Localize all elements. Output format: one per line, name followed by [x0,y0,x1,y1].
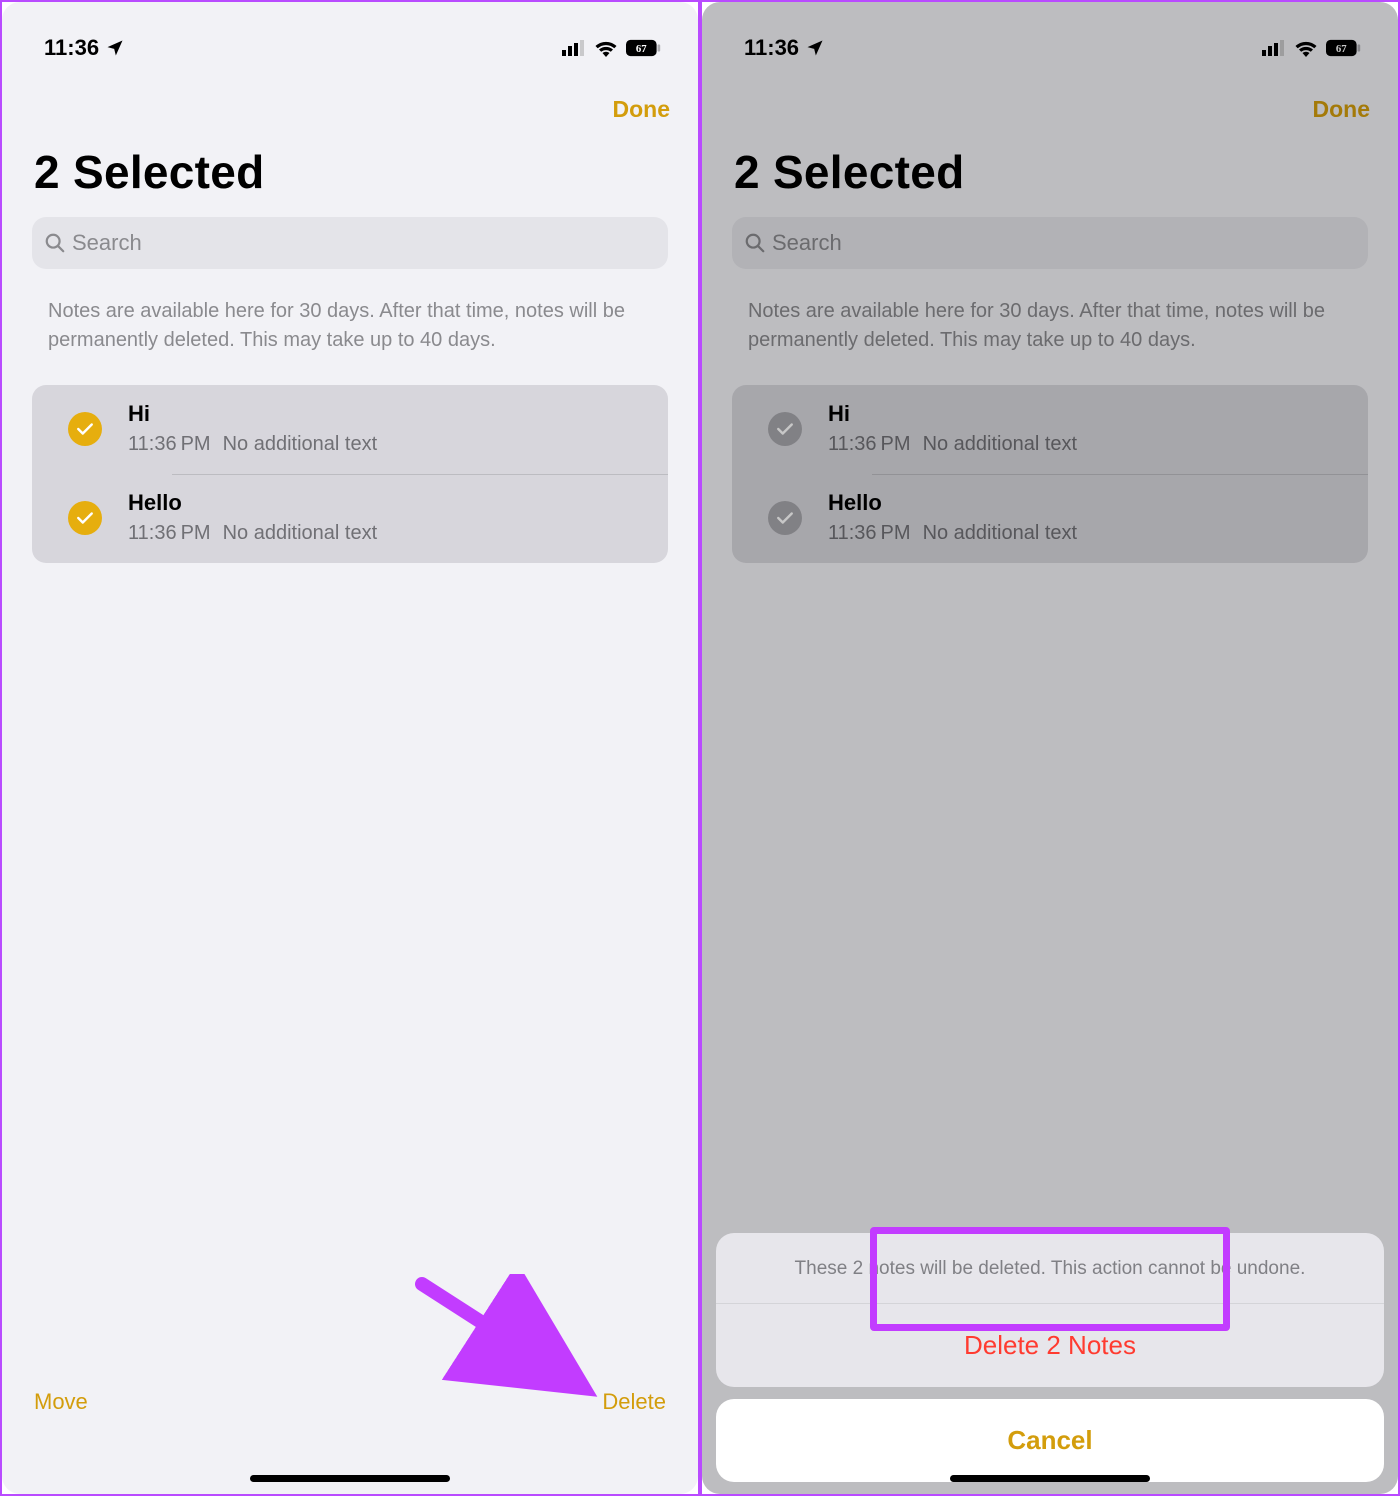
screenshot-left: 11:36 67 Done 2 Selected Notes are avail… [2,2,698,1494]
done-button[interactable]: Done [613,96,671,123]
status-bar: 11:36 67 [2,2,698,72]
screenshot-right: 11:36 67 Done 2 Selected Notes are avail… [702,2,1398,1494]
note-subtitle: No additional text [223,522,378,545]
note-list: Hi 11:36 PM No additional text Hello 11:… [32,385,668,563]
home-indicator[interactable] [950,1475,1150,1482]
note-subtitle: No additional text [223,433,378,456]
note-time: 11:36 PM [128,522,211,545]
cellular-icon [562,40,586,56]
checkmark-icon[interactable] [68,501,102,535]
note-time: 11:36 PM [128,433,211,456]
delete-notes-button[interactable]: Delete 2 Notes [716,1304,1384,1387]
search-bar[interactable] [32,217,668,269]
wifi-icon [594,39,618,57]
delete-button[interactable]: Delete [602,1389,666,1415]
page-title: 2 Selected [2,131,698,217]
clock-label: 11:36 [44,35,99,61]
move-button[interactable]: Move [34,1389,88,1415]
search-icon [44,232,66,254]
note-row[interactable]: Hello 11:36 PM No additional text [32,474,668,563]
nav-bar: Done [2,72,698,131]
bottom-toolbar: Move Delete [2,1354,698,1494]
action-sheet: These 2 notes will be deleted. This acti… [716,1233,1384,1483]
home-indicator[interactable] [250,1475,450,1482]
note-title: Hello [128,490,646,516]
location-icon [105,38,125,58]
retention-info-label: Notes are available here for 30 days. Af… [2,269,698,359]
search-input[interactable] [72,230,656,256]
svg-text:67: 67 [636,43,647,55]
checkmark-icon[interactable] [68,412,102,446]
battery-icon: 67 [626,39,662,57]
cancel-button[interactable]: Cancel [716,1399,1384,1482]
note-row[interactable]: Hi 11:36 PM No additional text [32,385,668,474]
sheet-message: These 2 notes will be deleted. This acti… [716,1233,1384,1304]
note-title: Hi [128,401,646,427]
